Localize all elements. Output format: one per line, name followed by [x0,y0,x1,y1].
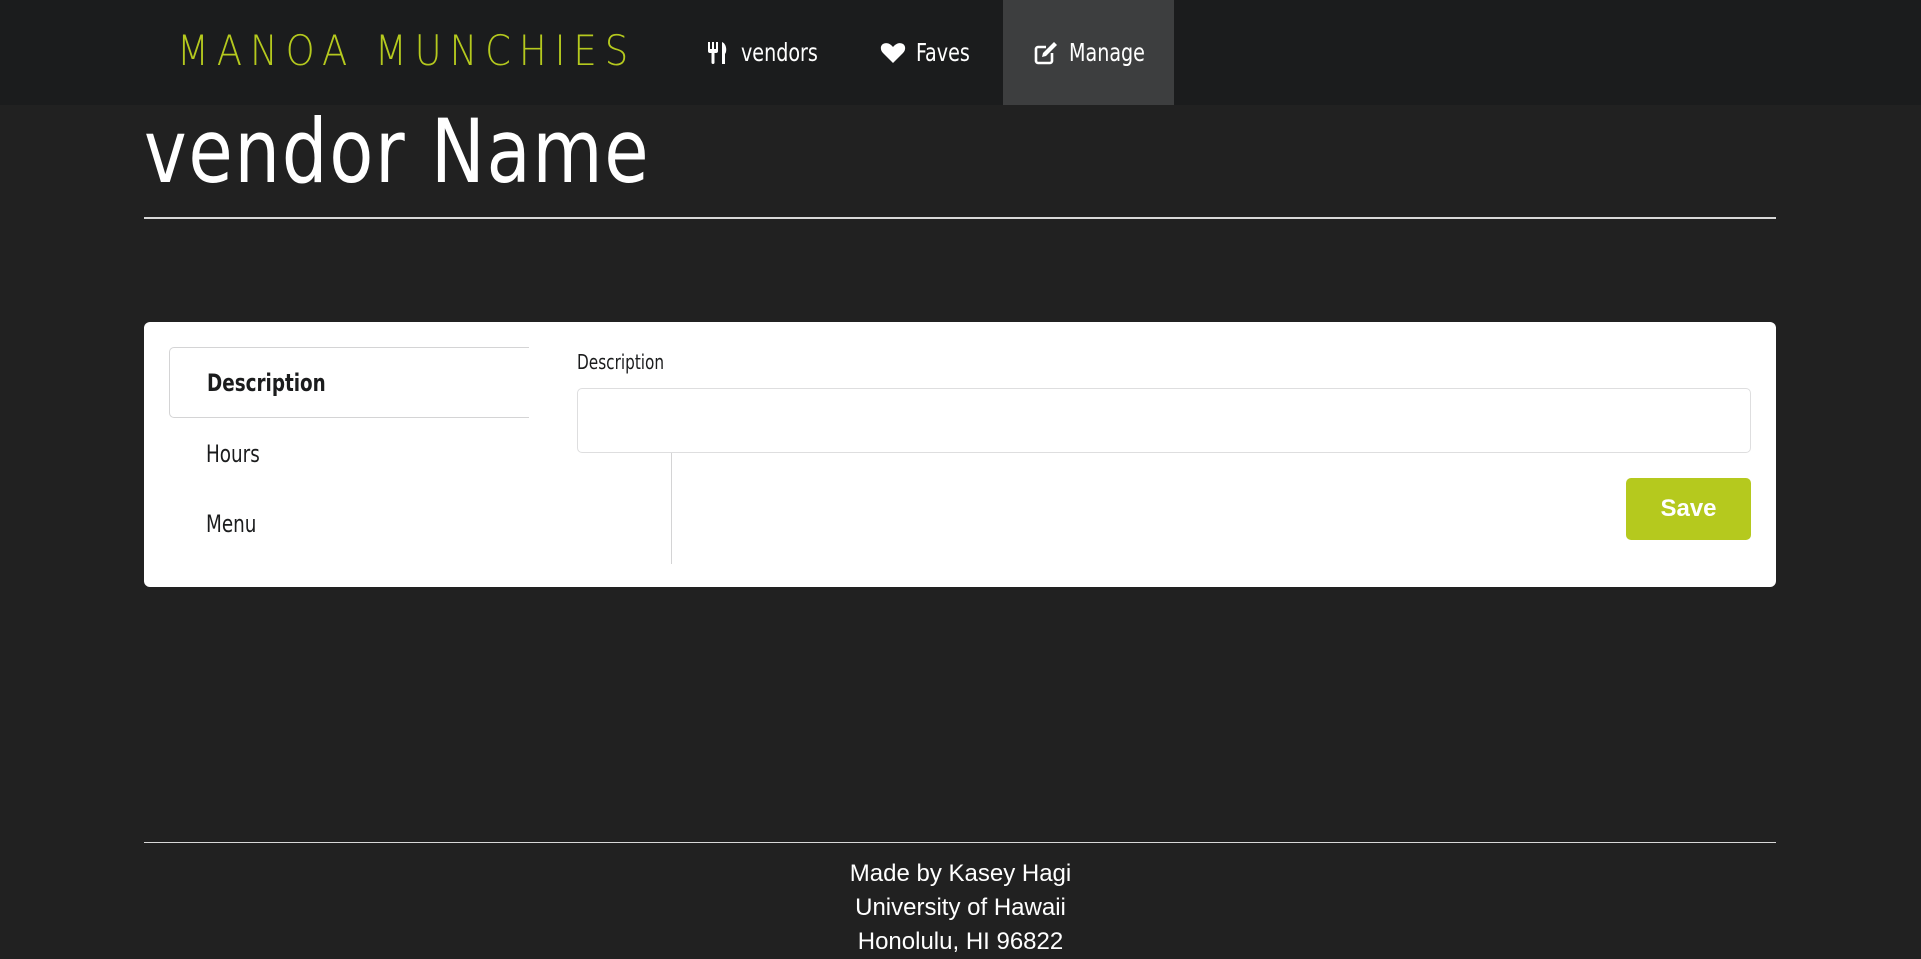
footer-credit: Made by Kasey Hagi [849,860,1072,887]
tab-description-label: Description [207,368,326,397]
footer-address: Honolulu, HI 96822 [857,928,1064,955]
page-title: vendor Name [144,100,651,203]
nav-manage-label: Manage [1069,38,1145,67]
tab-hours-label: Hours [206,439,260,468]
nav-manage[interactable]: Manage [1003,0,1174,105]
tab-hours[interactable]: Hours [169,418,529,489]
title-divider [144,217,1776,219]
tab-description[interactable]: Description [169,347,529,418]
save-button[interactable]: Save [1626,478,1751,540]
brand-logo[interactable]: MANOA MUNCHIES [177,26,636,76]
footer-university: University of Hawaii [855,894,1066,921]
nav-faves[interactable]: Faves [880,0,995,105]
heart-icon [880,40,906,66]
description-field-label: Description [577,350,665,374]
tab-menu[interactable]: Menu [169,488,529,559]
nav-vendors-label: vendors [741,38,818,67]
vertical-tab-menu: Description Hours Menu [169,347,672,564]
footer-divider [144,842,1776,843]
description-input[interactable] [577,388,1751,453]
edit-icon [1033,40,1059,66]
footer: Made by Kasey Hagi University of Hawaii … [0,857,1921,959]
utensils-icon [705,40,731,66]
nav-vendors[interactable]: vendors [705,0,835,105]
tab-menu-label: Menu [206,509,257,538]
vendor-edit-card: Description Hours Menu Description Save [144,322,1776,587]
top-navbar: MANOA MUNCHIES vendors Faves Manage [0,0,1921,105]
nav-faves-label: Faves [916,38,970,67]
